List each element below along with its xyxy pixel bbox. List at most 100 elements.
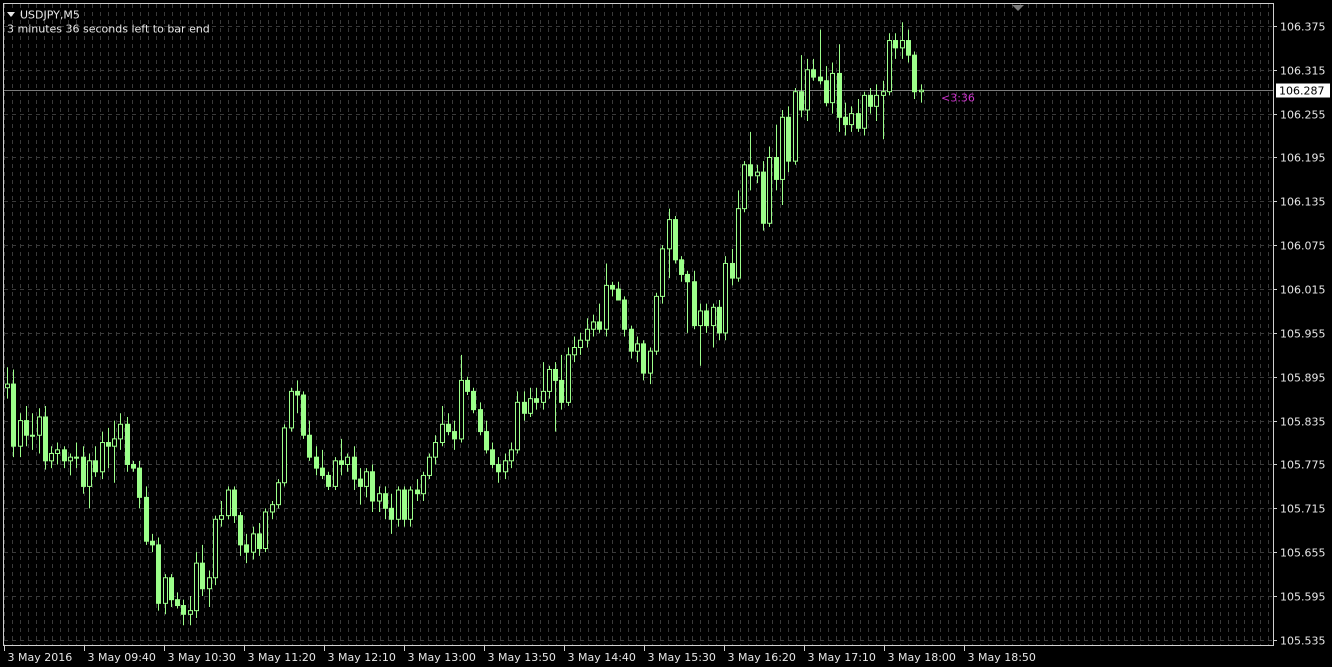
price-tick-label: 106.075 [1280, 240, 1326, 253]
candle-body-bull [591, 321, 596, 330]
candle [711, 303, 716, 348]
candle-body-bear [415, 489, 420, 495]
candle-body-bear [641, 343, 646, 374]
candle-body-bull [830, 72, 835, 104]
candle [742, 161, 747, 213]
candle-body-bear [559, 379, 564, 403]
candle-body-bull [345, 456, 350, 465]
candle [301, 391, 306, 439]
candle [144, 486, 149, 545]
price-tick-label: 105.895 [1280, 372, 1326, 385]
candle [263, 508, 268, 553]
candle-body-bear [156, 544, 161, 604]
candle [125, 416, 130, 472]
candle-body-bear [238, 515, 243, 546]
candle-body-bear [811, 69, 816, 78]
candle-body-bear [465, 379, 470, 392]
candle [774, 124, 779, 191]
candle-body-bull [55, 449, 60, 455]
candle-body-bear [244, 544, 249, 553]
candle-body-bear [131, 463, 136, 469]
candle-body-bull [433, 442, 438, 458]
chart-window[interactable]: 106.287 <3:36 106.375 106.315 106.255 106.19… [0, 0, 1332, 667]
time-tick-label: 3 May 12:10 [328, 651, 396, 664]
candle-body-bull [163, 577, 168, 604]
candlestick-chart[interactable]: 106.287 <3:36 106.375 106.315 106.255 106.19… [0, 0, 1332, 667]
price-axis[interactable]: 106.375 106.315 106.255 106.195 106.135 106.0… [1273, 21, 1326, 648]
candle [541, 362, 546, 410]
candle-body-bull [188, 610, 193, 615]
candle-body-bull [503, 460, 508, 473]
candle [660, 245, 665, 304]
candle-body-bear [320, 467, 325, 476]
candle-body-bear [389, 507, 394, 520]
candle-body-bull [100, 442, 105, 473]
candle-body-bull [37, 416, 42, 436]
candle [736, 190, 741, 282]
candle-body-bull [585, 328, 590, 341]
bid-price-line-group: 106.287 <3:36 [4, 83, 1330, 105]
candle-body-bear [358, 478, 363, 487]
candle-body-bull [849, 113, 854, 126]
candle-body-bull [30, 434, 35, 437]
candle-body-bull [660, 248, 665, 297]
candle-body-bull [270, 504, 275, 513]
candle-body-bull [112, 438, 117, 447]
candle-body-bull [742, 164, 747, 210]
price-tick-label: 106.315 [1280, 65, 1326, 78]
candle [912, 51, 917, 100]
candle-body-bull [68, 456, 73, 462]
time-tick-label: 3 May 16:20 [728, 651, 796, 664]
candle-body-bear [43, 416, 48, 462]
price-tick-label: 105.775 [1280, 459, 1326, 472]
candle-body-bear [175, 599, 180, 607]
candle-body-bull [919, 89, 924, 93]
symbol-menu-triangle-down-icon[interactable] [7, 12, 15, 17]
candle-body-bear [522, 401, 527, 414]
candle [547, 365, 552, 399]
candle-body-bear [11, 383, 16, 447]
candle [496, 457, 501, 483]
candle-body-bull [654, 295, 659, 352]
candle-body-bear [856, 113, 861, 129]
candle [18, 413, 23, 458]
candle [364, 468, 369, 498]
candle-body-bear [685, 273, 690, 283]
candle-body-bull [604, 284, 609, 330]
candle [427, 453, 432, 480]
candle-body-bull [118, 423, 123, 440]
candle [591, 314, 596, 337]
candle-body-bear [352, 456, 357, 480]
symbol-title: USDJPY,M5 [20, 9, 80, 22]
candle [818, 29, 823, 85]
candle [856, 99, 861, 132]
candle-body-bull [18, 420, 23, 447]
candle [188, 596, 193, 626]
candle-body-bull [459, 379, 464, 440]
candle-body-bear [24, 420, 29, 436]
time-tick-label: 3 May 2016 [8, 651, 73, 664]
candle [181, 599, 186, 626]
candle [421, 471, 426, 502]
time-tick-label: 3 May 13:00 [408, 651, 476, 664]
time-axis[interactable]: 3 May 2016 3 May 09:40 3 May 10:30 3 May 11… [4, 645, 1036, 664]
chart-shift-marker-icon[interactable] [1012, 5, 1024, 11]
candle-body-bull [396, 489, 401, 520]
candle-body-bear [471, 390, 476, 411]
candle [282, 424, 287, 487]
candle-body-bull [515, 401, 520, 451]
candle-body-bear [93, 460, 98, 473]
candle-body-bear [257, 533, 262, 550]
candle [717, 300, 722, 341]
candle-body-bull [251, 533, 256, 553]
candle [219, 501, 224, 527]
candle [402, 486, 407, 527]
candle-body-bear [704, 310, 709, 327]
candle-body-bear [446, 423, 451, 433]
candle-body-bear [893, 40, 898, 49]
time-tick-label: 3 May 14:40 [568, 651, 636, 664]
candle [761, 161, 766, 231]
candle-body-bull [723, 262, 728, 334]
candle [566, 347, 571, 406]
candle-body-bull [755, 171, 760, 177]
